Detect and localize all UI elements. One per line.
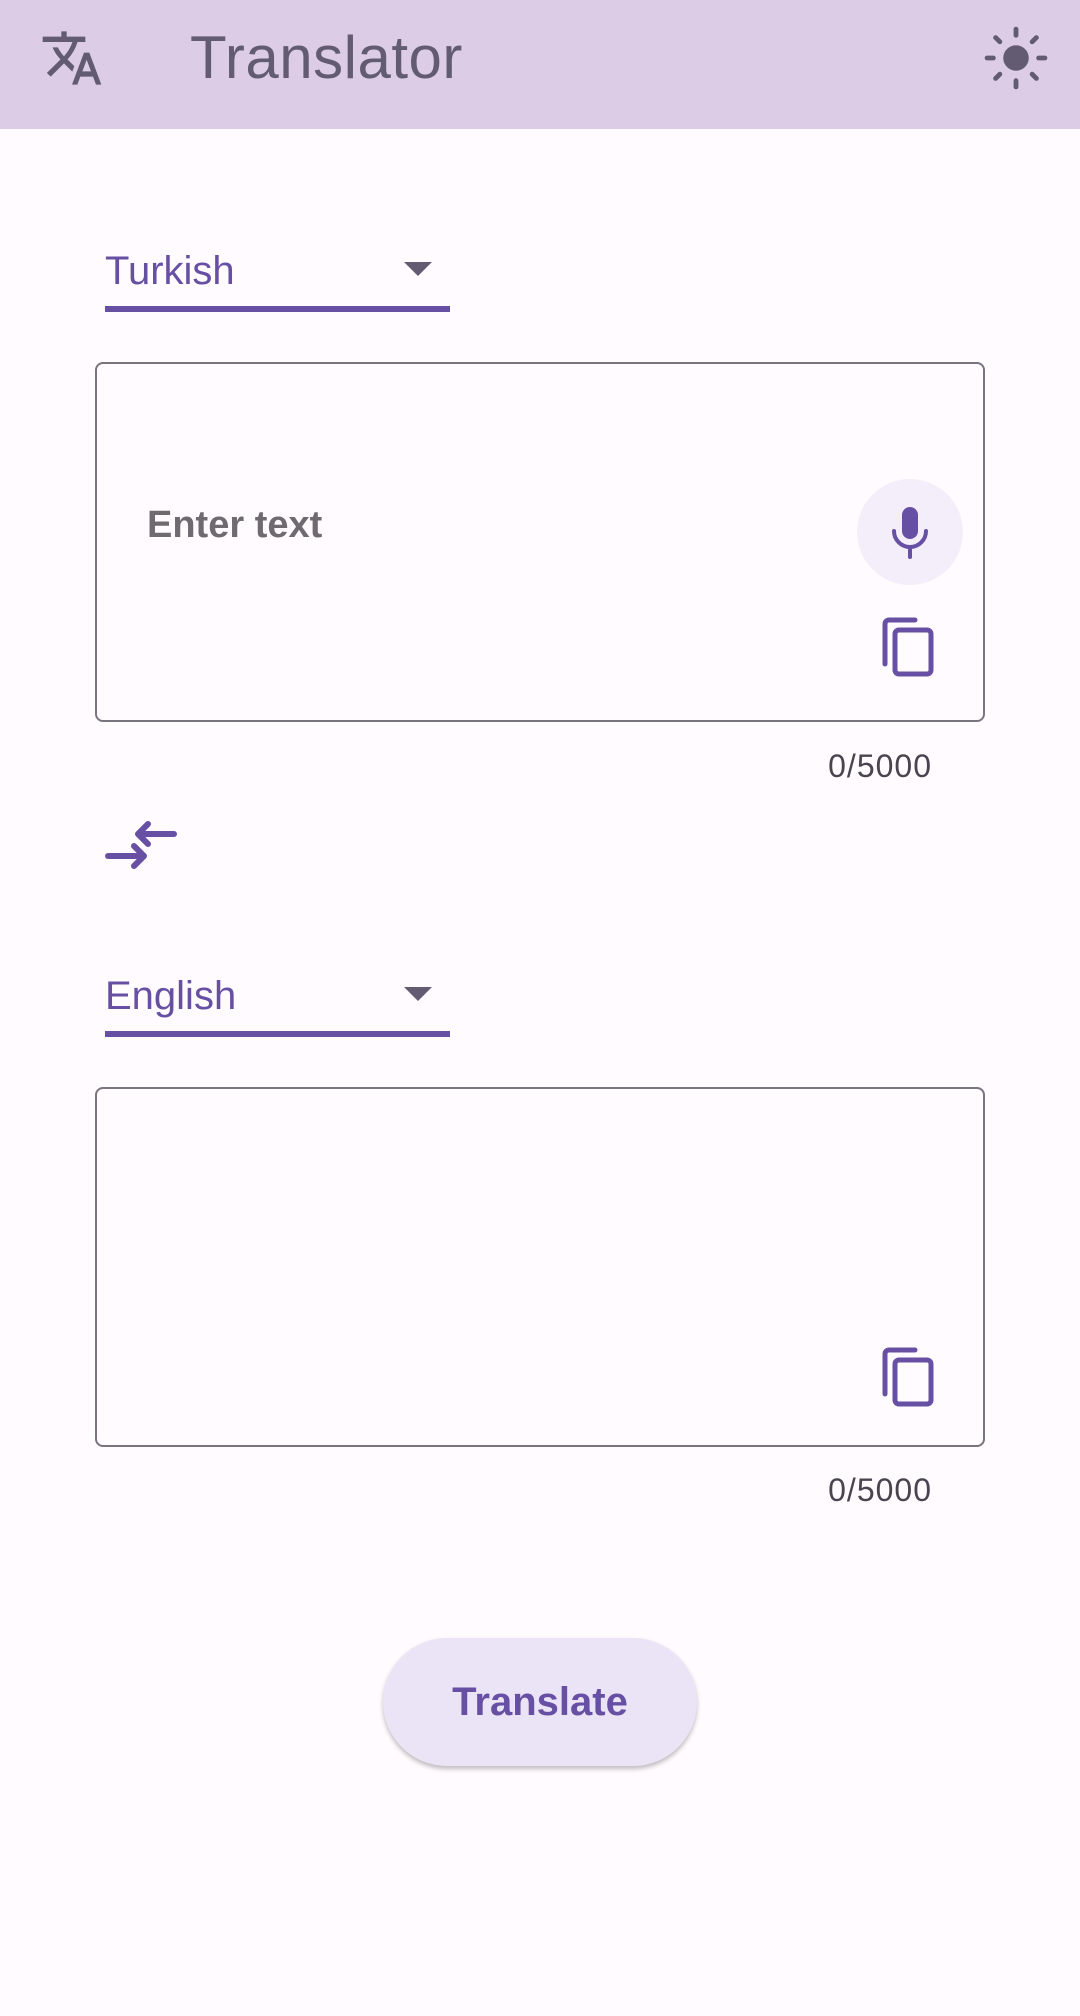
source-text-field[interactable]: Enter text bbox=[95, 362, 985, 722]
copy-source-button[interactable] bbox=[877, 614, 943, 680]
top-app-bar: Translator bbox=[0, 0, 1080, 129]
target-char-counter: 0/5000 bbox=[828, 1472, 932, 1508]
target-language-dropdown[interactable]: English bbox=[105, 967, 450, 1037]
translate-icon bbox=[40, 26, 104, 90]
swap-arrows-icon bbox=[105, 821, 177, 869]
target-text-field[interactable] bbox=[95, 1087, 985, 1447]
swap-languages-button[interactable] bbox=[100, 810, 184, 880]
source-language-dropdown[interactable]: Turkish bbox=[105, 242, 450, 312]
microphone-icon bbox=[892, 507, 928, 559]
dropdown-arrow-icon bbox=[404, 262, 432, 276]
copy-icon bbox=[882, 617, 934, 677]
source-language-label: Turkish bbox=[105, 249, 235, 293]
source-text-placeholder: Enter text bbox=[147, 504, 323, 546]
target-language-label: English bbox=[105, 974, 237, 1018]
translate-button[interactable]: Translate bbox=[383, 1638, 697, 1766]
microphone-button[interactable] bbox=[857, 479, 963, 585]
copy-target-button[interactable] bbox=[877, 1344, 943, 1410]
copy-icon bbox=[882, 1347, 934, 1407]
brightness-icon[interactable] bbox=[982, 24, 1050, 92]
dropdown-arrow-icon bbox=[404, 987, 432, 1001]
source-char-counter: 0/5000 bbox=[828, 748, 932, 784]
app-title: Translator bbox=[190, 24, 463, 91]
